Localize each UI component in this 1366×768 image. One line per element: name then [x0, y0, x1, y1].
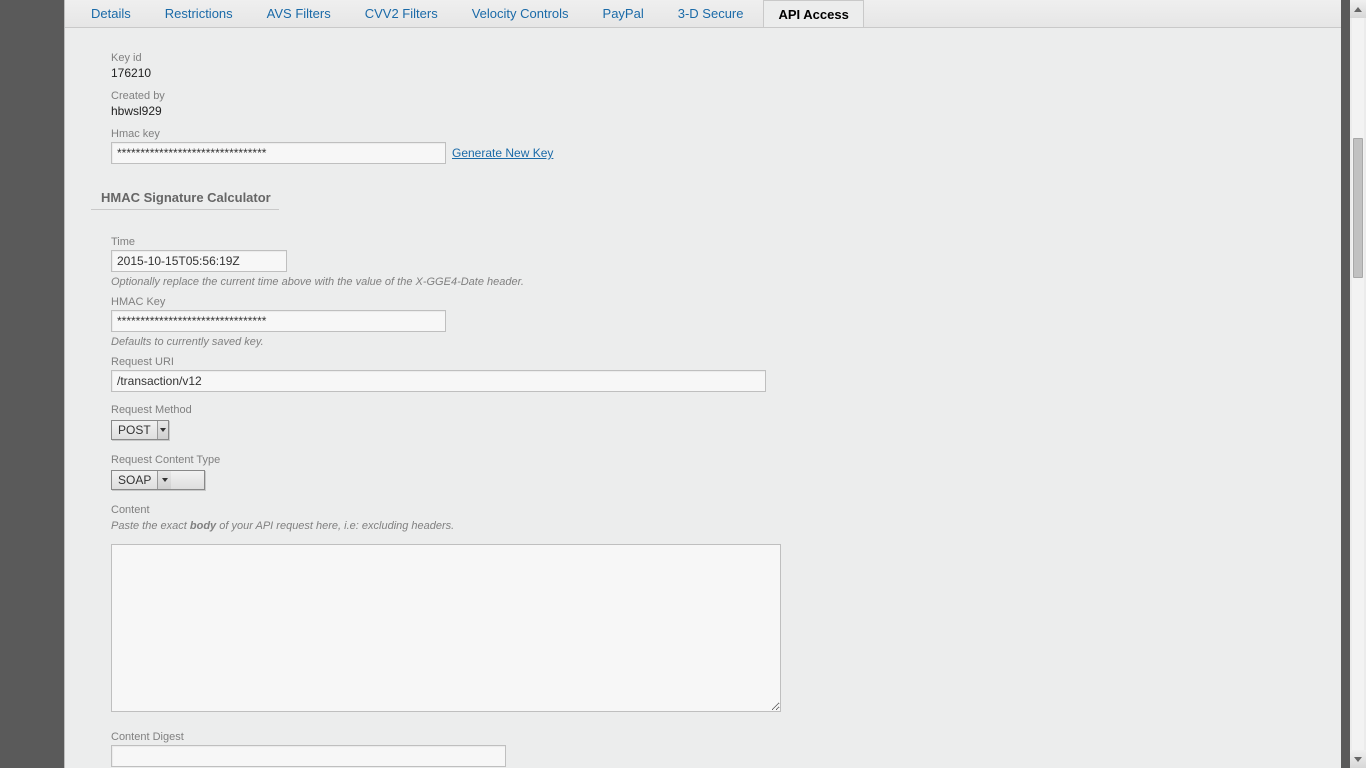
key-id-label: Key id	[111, 52, 1321, 64]
created-by-value: hbwsl929	[111, 104, 1321, 118]
request-ctype-value: SOAP	[112, 471, 157, 489]
tab-avs-filters[interactable]: AVS Filters	[253, 0, 345, 27]
created-by-label: Created by	[111, 90, 1321, 102]
scroll-up-button[interactable]	[1350, 0, 1366, 18]
tab-3d-secure[interactable]: 3-D Secure	[664, 0, 758, 27]
tab-restrictions[interactable]: Restrictions	[151, 0, 247, 27]
scroll-thumb[interactable]	[1353, 138, 1363, 278]
time-input[interactable]	[111, 250, 287, 272]
request-method-select[interactable]: POST	[111, 420, 169, 440]
calc-hmac-key-label: HMAC Key	[111, 296, 1321, 308]
content-digest-input[interactable]	[111, 745, 506, 767]
chevron-down-icon	[157, 421, 168, 439]
generate-new-key-link[interactable]: Generate New Key	[452, 146, 553, 160]
tab-paypal[interactable]: PayPal	[589, 0, 658, 27]
api-access-panel: Key id 176210 Created by hbwsl929 Hmac k…	[65, 28, 1321, 768]
calc-hmac-key-input[interactable]	[111, 310, 446, 332]
calc-hmac-key-help: Defaults to currently saved key.	[111, 336, 1321, 348]
time-label: Time	[111, 236, 1321, 248]
request-ctype-label: Request Content Type	[111, 454, 1321, 466]
scroll-down-button[interactable]	[1350, 750, 1366, 768]
hmac-key-input[interactable]	[111, 142, 446, 164]
tab-details[interactable]: Details	[77, 0, 145, 27]
tab-api-access[interactable]: API Access	[763, 0, 863, 27]
tab-bar: Details Restrictions AVS Filters CVV2 Fi…	[65, 0, 1341, 28]
chevron-down-icon	[157, 471, 171, 489]
request-method-label: Request Method	[111, 404, 1321, 416]
hmac-key-label: Hmac key	[111, 128, 1321, 140]
content-help: Paste the exact body of your API request…	[111, 520, 1321, 532]
hmac-calc-heading: HMAC Signature Calculator	[91, 190, 279, 210]
content-label: Content	[111, 504, 1321, 516]
vertical-scrollbar[interactable]	[1350, 0, 1366, 768]
tab-velocity-controls[interactable]: Velocity Controls	[458, 0, 583, 27]
request-method-value: POST	[112, 421, 157, 439]
content-digest-label: Content Digest	[111, 731, 1321, 743]
request-uri-input[interactable]	[111, 370, 766, 392]
request-uri-label: Request URI	[111, 356, 1321, 368]
scroll-track[interactable]	[1352, 18, 1364, 750]
request-ctype-select[interactable]: SOAP	[111, 470, 205, 490]
key-id-value: 176210	[111, 66, 1321, 80]
content-textarea[interactable]	[111, 544, 781, 712]
time-help: Optionally replace the current time abov…	[111, 276, 1321, 288]
tab-cvv2-filters[interactable]: CVV2 Filters	[351, 0, 452, 27]
